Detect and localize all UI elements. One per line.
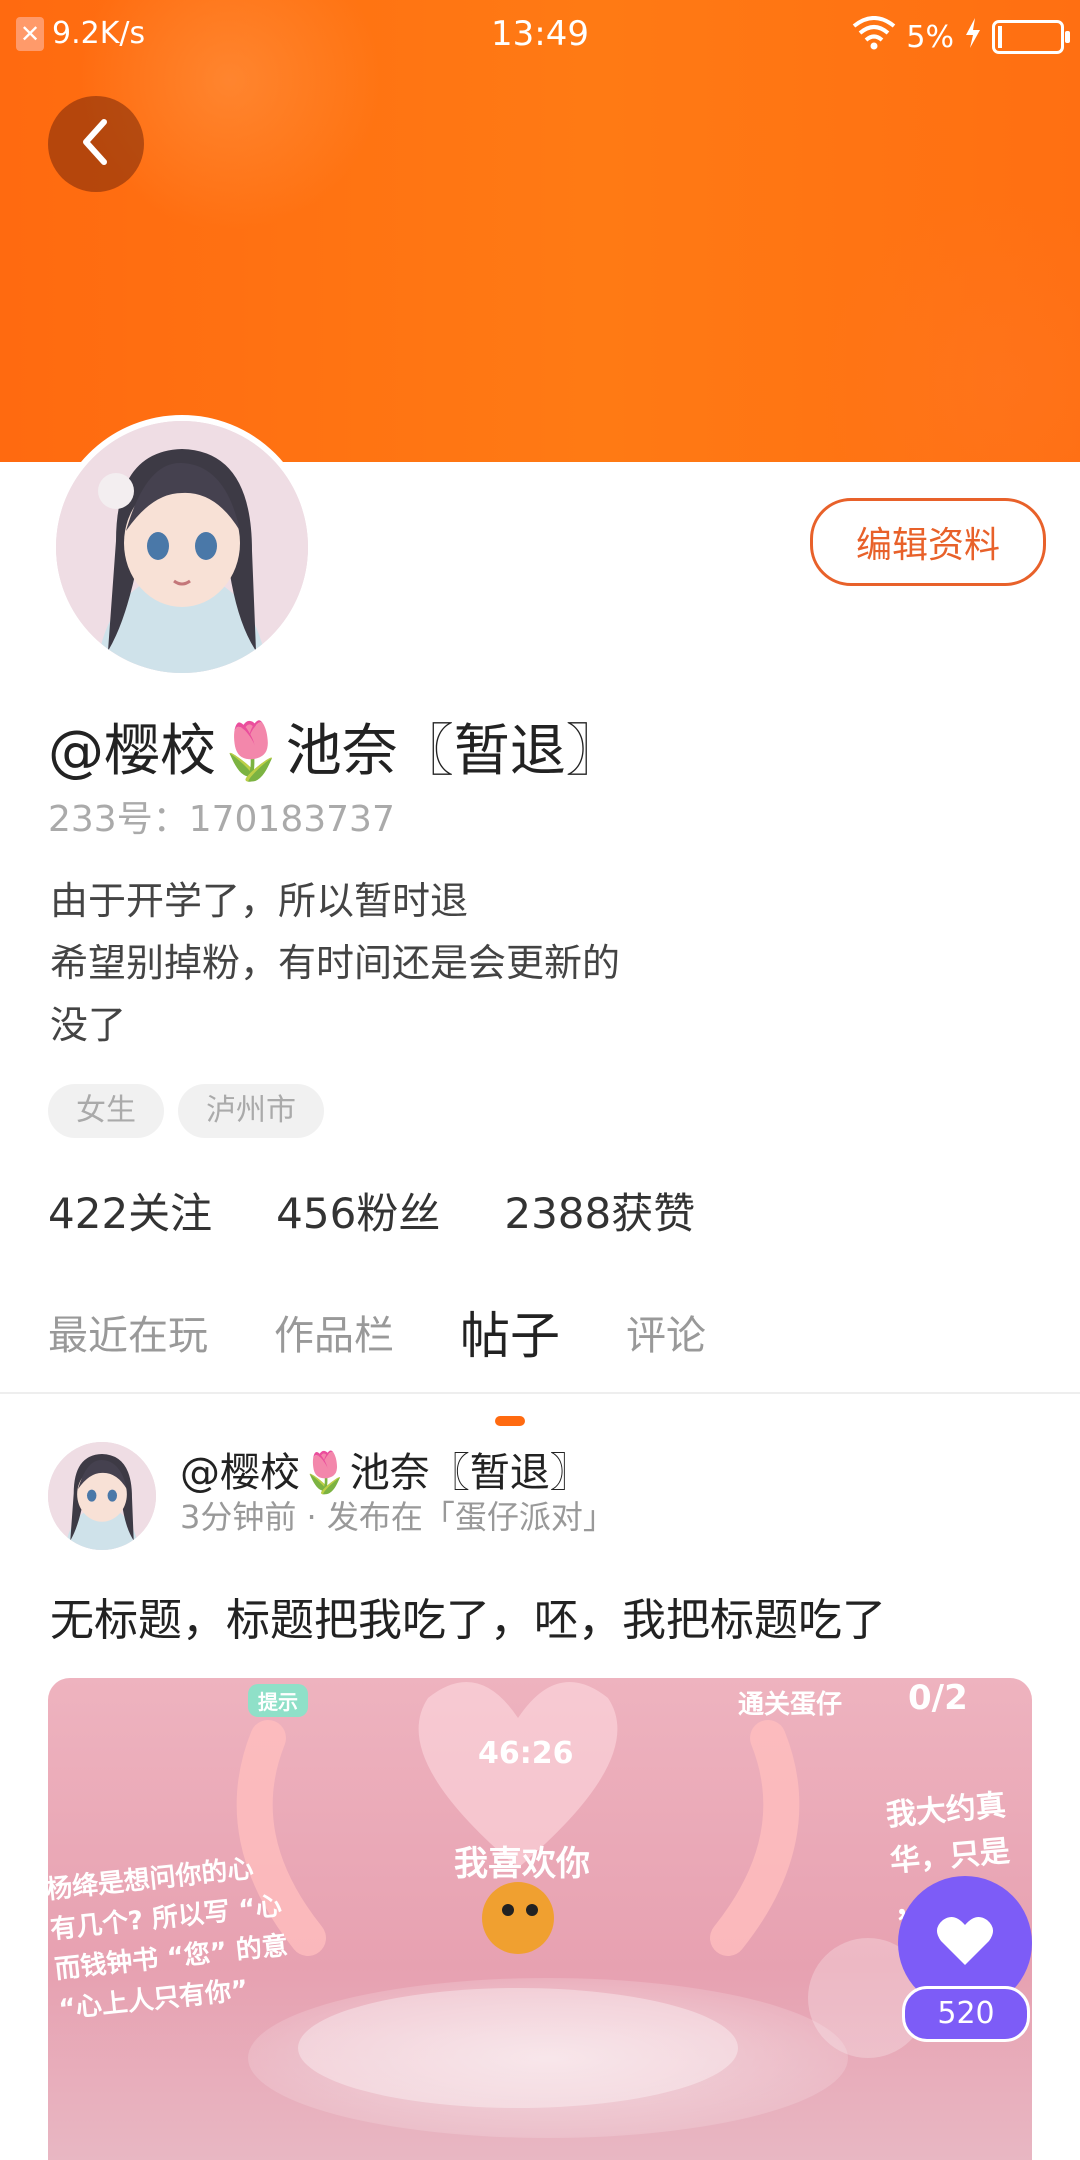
image-hint-label: 提示 [248, 1684, 308, 1717]
chevron-left-icon [76, 118, 116, 170]
profile-tabs: 最近在玩 作品栏 帖子 评论 [48, 1296, 772, 1368]
image-goal-label: 通关蛋仔 [738, 1690, 843, 1720]
stat-likes: 2388获赞 [504, 1189, 696, 1238]
battery-percent: 5% [906, 19, 954, 55]
battery-icon [992, 20, 1070, 54]
profile-uid: 233号：170183737 [48, 799, 395, 840]
image-floor-glow [248, 1978, 848, 2138]
post-meta: 3分钟前 · 发布在「蛋仔派对」 [180, 1498, 615, 1536]
tab-comments[interactable]: 评论 [626, 1303, 706, 1361]
bio-line: 没了 [50, 1003, 127, 1047]
stat-following[interactable]: 422关注 [48, 1180, 212, 1241]
image-goal-count: 0/2 [908, 1678, 968, 1718]
post-author-name[interactable]: @樱校🌷池奈〖暂退〗 [180, 1440, 590, 1498]
bio-line: 由于开学了，所以暂时退 [50, 879, 469, 923]
status-bar: ✕ 9.2K/s 13:49 5% [0, 0, 1080, 70]
profile-avatar[interactable] [50, 415, 314, 679]
profile-bio: 由于开学了，所以暂时退 希望别掉粉，有时间还是会更新的 没了 [50, 870, 620, 1056]
tag-gender: 女生 [48, 1084, 164, 1138]
profile-stats: 422关注 456粉丝 2388获赞 [48, 1180, 695, 1241]
tab-recently-played[interactable]: 最近在玩 [48, 1303, 208, 1361]
profile-username: @樱校🌷池奈〖暂退〗 [48, 719, 622, 784]
tab-posts[interactable]: 帖子 [460, 1296, 560, 1368]
image-center-text: 我喜欢你 [454, 1844, 590, 1884]
profile-tags: 女生 泸州市 [48, 1084, 324, 1138]
charging-icon [964, 18, 982, 56]
stat-followers[interactable]: 456粉丝 [276, 1180, 440, 1241]
wifi-icon [852, 16, 896, 58]
back-button[interactable] [48, 96, 144, 192]
tab-works[interactable]: 作品栏 [274, 1303, 394, 1361]
heart-icon [936, 1915, 994, 1971]
edit-profile-button[interactable]: 编辑资料 [810, 498, 1046, 586]
tag-location: 泸州市 [178, 1084, 324, 1138]
tabs-divider [0, 1392, 1080, 1394]
bio-line: 希望别掉粉，有时间还是会更新的 [50, 941, 621, 985]
post-title[interactable]: 无标题，标题把我吃了，呸，我把标题吃了 [50, 1584, 886, 1648]
status-right: 5% [852, 16, 1070, 58]
post-author-avatar[interactable] [48, 1442, 156, 1550]
like-count: 520 [902, 1986, 1030, 2042]
image-timer: 46:26 [478, 1736, 574, 1771]
post-image[interactable]: 提示 通关蛋仔 0/2 46:26 我喜欢你 杨绛是想问你的心 有几个? 所以写… [48, 1678, 1032, 2160]
image-left-caption: 杨绛是想问你的心 有几个? 所以写 “心 而钱钟书 “您” 的意 “心上人只有你… [48, 1853, 290, 2025]
